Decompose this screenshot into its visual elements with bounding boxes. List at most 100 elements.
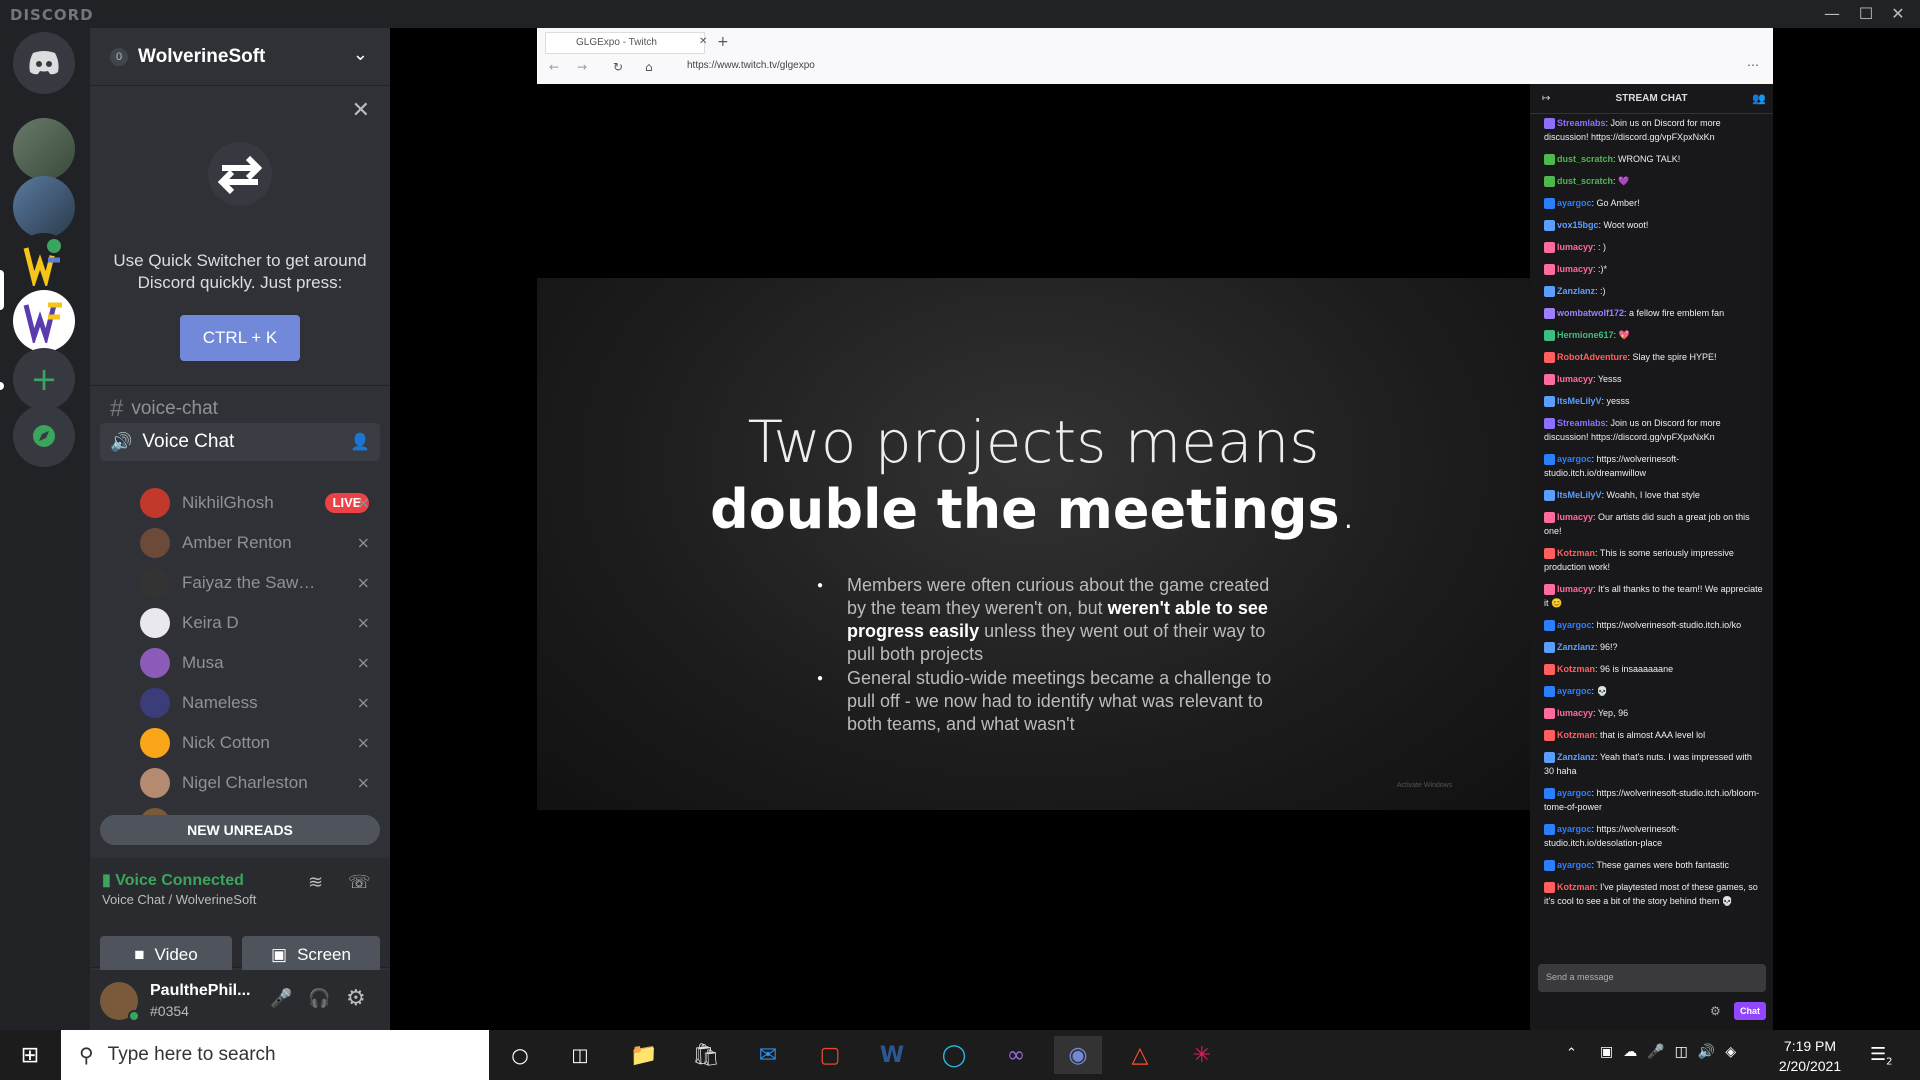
- badge-icon: [1544, 824, 1555, 836]
- file-explorer-icon[interactable]: 📁: [620, 1036, 668, 1074]
- voice-status[interactable]: Voice Connected: [115, 872, 244, 889]
- chat-username[interactable]: ItsMeLilyV: [1557, 396, 1602, 406]
- invite-icon[interactable]: 👤: [350, 432, 370, 452]
- chat-username[interactable]: Hermione617: [1557, 330, 1614, 340]
- visual-studio-icon[interactable]: ∞: [992, 1036, 1040, 1074]
- voice-member[interactable]: Faiyaz the Sawed of... ⨯: [140, 566, 380, 600]
- chat-username[interactable]: lumacyy: [1557, 512, 1593, 522]
- taskbar-search[interactable]: ⚲ Type here to search: [61, 1030, 489, 1080]
- tab-close-icon[interactable]: ✕: [699, 36, 707, 47]
- office-icon[interactable]: ▢: [806, 1036, 854, 1074]
- channel-voice-chat[interactable]: 🔊 Voice Chat 👤: [100, 423, 380, 461]
- settings-gear-icon[interactable]: ⚙: [346, 986, 366, 1011]
- headphones-icon[interactable]: 🎧: [308, 988, 330, 1009]
- system-tray-icons[interactable]: ▣☁🎤◫🔊◈: [1600, 1044, 1746, 1060]
- chat-username[interactable]: lumacyy: [1557, 374, 1593, 384]
- chat-username[interactable]: ayargoc: [1557, 686, 1592, 696]
- menu-dots-icon[interactable]: ⋯: [1747, 58, 1759, 72]
- close-icon[interactable]: ✕: [352, 98, 370, 123]
- voice-member[interactable]: Keira D ⨯: [140, 606, 380, 640]
- chat-username[interactable]: wombatwolf172: [1557, 308, 1624, 318]
- notification-center-icon[interactable]: ☰2: [1870, 1044, 1893, 1068]
- discord-taskbar-icon[interactable]: ◉: [1054, 1036, 1102, 1074]
- chat-username[interactable]: lumacyy: [1557, 584, 1593, 594]
- avatar: [140, 608, 170, 638]
- voice-member[interactable]: Amber Renton ⨯: [140, 526, 380, 560]
- server-icon-wolverinesoft[interactable]: [13, 290, 75, 352]
- chat-username[interactable]: ayargoc: [1557, 198, 1592, 208]
- chat-username[interactable]: ayargoc: [1557, 860, 1592, 870]
- reload-icon[interactable]: ↻: [613, 60, 623, 74]
- users-icon[interactable]: 👥: [1752, 92, 1766, 105]
- home-icon[interactable]: ⌂: [645, 60, 653, 74]
- mute-icon[interactable]: 🎤: [270, 988, 292, 1009]
- home-button[interactable]: [13, 32, 75, 94]
- voice-member[interactable]: Musa ⨯: [140, 646, 380, 680]
- back-icon[interactable]: ←: [549, 60, 559, 74]
- chat-username[interactable]: Kotzman: [1557, 882, 1595, 892]
- voice-member[interactable]: Nameless ⨯: [140, 686, 380, 720]
- chat-input[interactable]: Send a message: [1538, 964, 1766, 992]
- chat-username[interactable]: vox15bgc: [1557, 220, 1599, 230]
- slack-icon[interactable]: ✳: [1178, 1036, 1226, 1074]
- voice-member[interactable]: Nick Cotton ⨯: [140, 726, 380, 760]
- voice-member[interactable]: NikhilGhosh LIVE ⨯: [140, 486, 380, 520]
- server-icon-2[interactable]: [13, 176, 75, 238]
- browser-tab[interactable]: GLGExpo - Twitch: [545, 32, 705, 54]
- tray-chevron-icon[interactable]: ⌃: [1566, 1046, 1577, 1061]
- task-view-icon[interactable]: ◫: [556, 1036, 604, 1074]
- store-icon[interactable]: 🛍: [682, 1036, 730, 1074]
- voice-member[interactable]: Nigel Charleston ⨯: [140, 766, 380, 800]
- camera-icon: ■: [134, 945, 145, 964]
- taskbar-clock[interactable]: 7:19 PM 2/20/2021: [1760, 1036, 1860, 1076]
- cortana-icon[interactable]: ○: [496, 1036, 544, 1074]
- chat-username[interactable]: lumacyy: [1557, 264, 1593, 274]
- chat-message: ItsMeLilyV: Woahh, I love that style: [1544, 488, 1764, 502]
- member-name: Amber Renton: [182, 533, 292, 552]
- chat-username[interactable]: ayargoc: [1557, 824, 1592, 834]
- chat-username[interactable]: RobotAdventure: [1557, 352, 1628, 362]
- brave-icon[interactable]: △: [1116, 1036, 1164, 1074]
- server-icon-1[interactable]: [13, 118, 75, 180]
- windows-start-icon[interactable]: ⊞: [6, 1036, 54, 1074]
- chat-username[interactable]: Streamlabs: [1557, 418, 1606, 428]
- noise-suppression-icon[interactable]: ≋: [308, 872, 323, 893]
- mail-icon[interactable]: ✉: [744, 1036, 792, 1074]
- edge-icon[interactable]: ◯: [930, 1036, 978, 1074]
- chat-username[interactable]: Zanzlanz: [1557, 286, 1595, 296]
- address-bar[interactable]: https://www.twitch.tv/glgexpo: [687, 60, 815, 71]
- chat-username[interactable]: ayargoc: [1557, 620, 1592, 630]
- voice-location[interactable]: Voice Chat / WolverineSoft: [102, 892, 256, 907]
- screen-share-button[interactable]: ▣ Screen: [242, 936, 380, 974]
- badge-icon: [1544, 860, 1555, 872]
- new-tab-icon[interactable]: +: [717, 34, 729, 50]
- chat-username[interactable]: Kotzman: [1557, 548, 1595, 558]
- chat-username[interactable]: dust_scratch: [1557, 176, 1613, 186]
- chat-settings-icon[interactable]: ⚙: [1710, 1004, 1721, 1018]
- chat-username[interactable]: lumacyy: [1557, 708, 1593, 718]
- word-icon[interactable]: W: [868, 1036, 916, 1074]
- chat-username[interactable]: dust_scratch: [1557, 154, 1613, 164]
- close-window-button[interactable]: ✕: [1876, 0, 1920, 28]
- chat-username[interactable]: ayargoc: [1557, 788, 1592, 798]
- chat-username[interactable]: Kotzman: [1557, 730, 1595, 740]
- chat-username[interactable]: Streamlabs: [1557, 118, 1606, 128]
- chat-username[interactable]: ItsMeLilyV: [1557, 490, 1602, 500]
- chat-username[interactable]: Zanzlanz: [1557, 752, 1595, 762]
- chevron-down-icon[interactable]: ⌄: [353, 44, 368, 65]
- server-header[interactable]: 0 WolverineSoft ⌄: [90, 28, 390, 86]
- chat-username[interactable]: Kotzman: [1557, 664, 1595, 674]
- explore-servers-icon[interactable]: [13, 405, 75, 467]
- video-button[interactable]: ■ Video: [100, 936, 232, 974]
- chat-username[interactable]: ayargoc: [1557, 454, 1592, 464]
- chat-username[interactable]: Zanzlanz: [1557, 642, 1595, 652]
- chat-username[interactable]: lumacyy: [1557, 242, 1593, 252]
- new-unreads-button[interactable]: NEW UNREADS: [100, 815, 380, 845]
- slide-title-line2: double the meetings.: [710, 478, 1357, 541]
- disconnect-icon[interactable]: ☏: [348, 872, 371, 893]
- collapse-icon[interactable]: ↦: [1542, 93, 1550, 104]
- chat-message: ayargoc: https://wolverinesoft-studio.it…: [1544, 788, 1760, 812]
- add-server-icon[interactable]: +: [13, 348, 75, 410]
- forward-icon[interactable]: →: [577, 60, 587, 74]
- chat-send-button[interactable]: Chat: [1734, 1002, 1766, 1020]
